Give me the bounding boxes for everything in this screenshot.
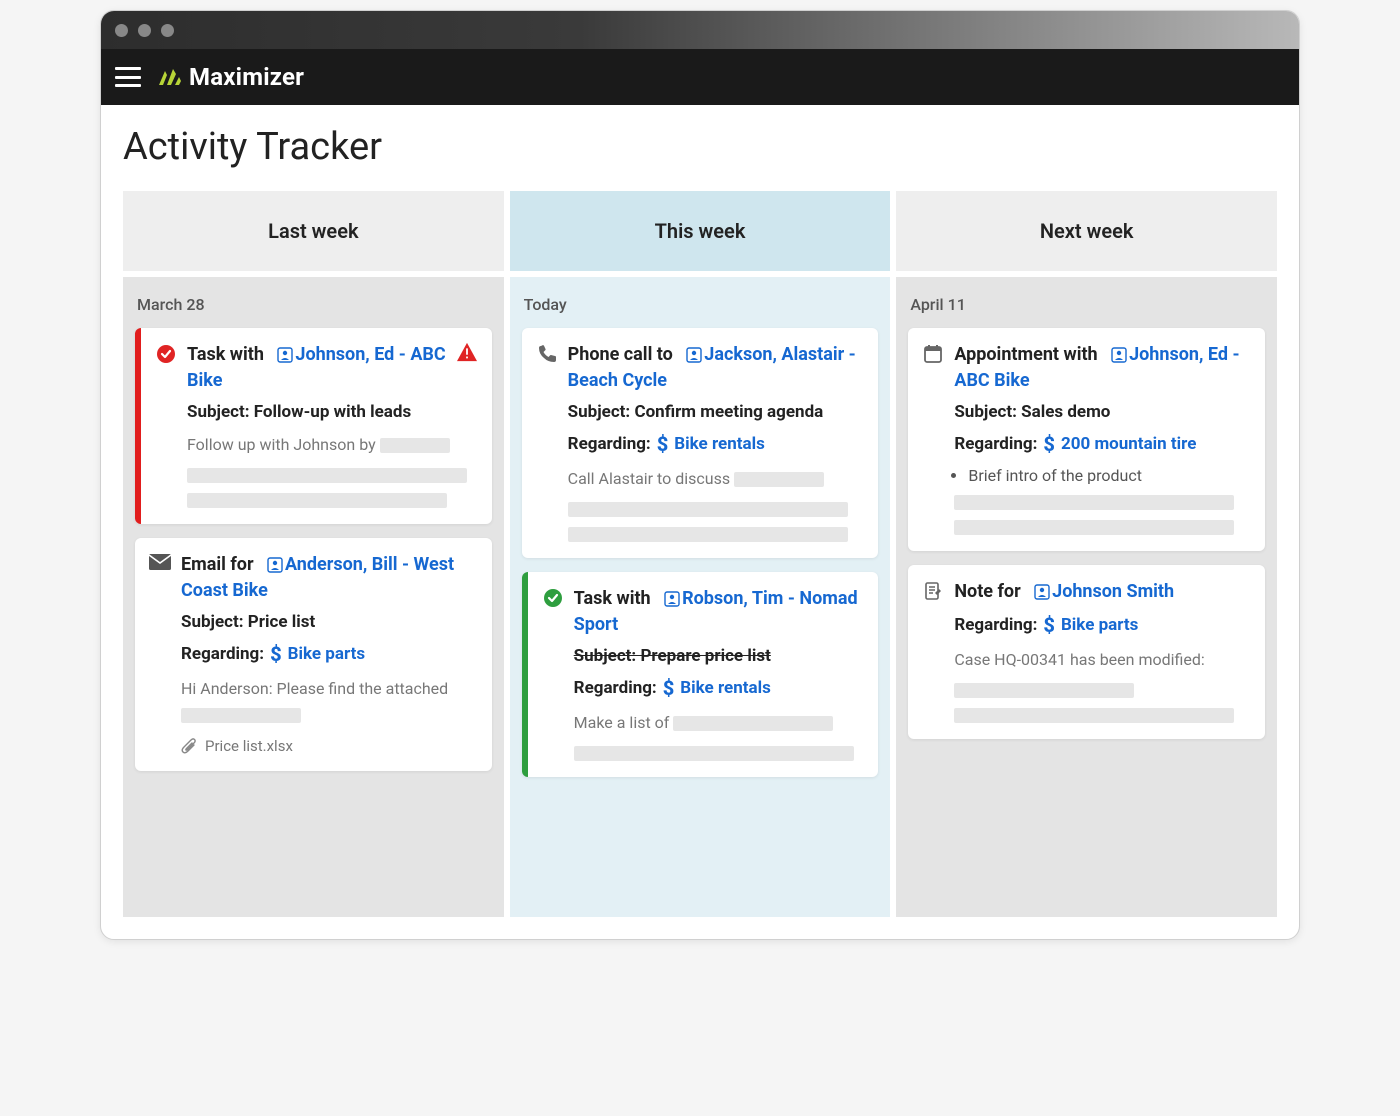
snippet: Hi Anderson: Please find the attached xyxy=(181,676,476,727)
column-header[interactable]: Last week xyxy=(123,191,504,271)
title-prefix: Appointment with xyxy=(954,344,1097,365)
page-title: Activity Tracker xyxy=(123,125,1277,169)
note-icon xyxy=(922,579,944,601)
regarding-link[interactable]: Bike parts xyxy=(1061,615,1138,635)
subject: Subject: Sales demo xyxy=(954,402,1249,422)
contact-icon xyxy=(664,591,680,607)
phone-icon xyxy=(536,342,558,364)
column-last-week: Last week March 28 xyxy=(123,191,504,917)
skeleton-line xyxy=(954,520,1234,535)
regarding-link[interactable]: Bike rentals xyxy=(680,678,771,698)
columns: Last week March 28 xyxy=(123,191,1277,917)
subject: Subject: Follow-up with leads xyxy=(187,402,476,422)
menu-icon[interactable] xyxy=(115,67,141,87)
subject: Subject: Prepare price list xyxy=(574,646,863,666)
card-title: Appointment with Johnson, Ed - ABC Bike xyxy=(954,342,1249,394)
regarding-link[interactable]: Bike parts xyxy=(288,644,365,664)
contact-link[interactable]: Johnson Smith xyxy=(1034,581,1174,602)
envelope-icon xyxy=(149,552,171,570)
skeleton-line xyxy=(954,683,1134,698)
brand-logo[interactable]: Maximizer xyxy=(157,63,304,91)
column-body: Today Phone call to Jackson, Alas xyxy=(510,277,891,917)
alert-icon xyxy=(456,342,478,362)
paperclip-icon xyxy=(181,738,197,754)
activity-card[interactable]: Phone call to Jackson, Alastair - Beach … xyxy=(522,328,879,558)
title-prefix: Email for xyxy=(181,554,254,575)
card-title: Phone call to Jackson, Alastair - Beach … xyxy=(568,342,863,394)
column-this-week: This week Today Phone call to xyxy=(510,191,891,917)
card-title: Task with Johnson, Ed - ABC Bike xyxy=(187,342,476,394)
contact-icon xyxy=(277,347,293,363)
regarding: Regarding: $ Bike parts xyxy=(181,642,476,666)
card-title: Task with Robson, Tim - Nomad Sport xyxy=(574,586,863,638)
activity-card[interactable]: Email for Anderson, Bill - West Coast Bi… xyxy=(135,538,492,771)
activity-card[interactable]: Appointment with Johnson, Ed - ABC Bike … xyxy=(908,328,1265,551)
snippet: Call Alastair to discuss xyxy=(568,466,863,492)
traffic-close-icon[interactable] xyxy=(115,24,128,37)
skeleton-line xyxy=(574,746,854,761)
dollar-icon: $ xyxy=(1043,613,1055,637)
titlebar xyxy=(101,11,1299,49)
column-date: April 11 xyxy=(910,295,1263,314)
skeleton-line xyxy=(568,527,848,542)
contact-icon xyxy=(686,347,702,363)
dollar-icon: $ xyxy=(1043,432,1055,456)
column-date: March 28 xyxy=(137,295,490,314)
check-circle-icon xyxy=(542,586,564,608)
content: Activity Tracker Last week March 28 xyxy=(101,105,1299,939)
subject: Subject: Price list xyxy=(181,612,476,632)
title-prefix: Task with xyxy=(187,344,264,365)
skeleton-line xyxy=(954,708,1234,723)
attachment-name: Price list.xlsx xyxy=(205,737,293,755)
title-prefix: Note for xyxy=(954,581,1020,602)
card-title: Email for Anderson, Bill - West Coast Bi… xyxy=(181,552,476,604)
subject: Subject: Confirm meeting agenda xyxy=(568,402,863,422)
activity-card[interactable]: Task with Johnson, Ed - ABC Bike Subject… xyxy=(135,328,492,524)
regarding: Regarding: $ Bike rentals xyxy=(568,432,863,456)
title-prefix: Task with xyxy=(574,588,651,609)
bullet: Brief intro of the product xyxy=(968,466,1249,485)
skeleton-line xyxy=(187,493,447,508)
column-body: March 28 Task w xyxy=(123,277,504,917)
skeleton-line xyxy=(954,495,1234,510)
skeleton-line xyxy=(568,502,848,517)
column-next-week: Next week April 11 Appointment with xyxy=(896,191,1277,917)
brand-name: Maximizer xyxy=(189,63,304,91)
traffic-max-icon[interactable] xyxy=(161,24,174,37)
traffic-min-icon[interactable] xyxy=(138,24,151,37)
regarding: Regarding: $ Bike parts xyxy=(954,613,1249,637)
calendar-icon xyxy=(922,342,944,364)
activity-card[interactable]: Task with Robson, Tim - Nomad Sport Subj… xyxy=(522,572,879,777)
column-header[interactable]: Next week xyxy=(896,191,1277,271)
snippet: Case HQ-00341 has been modified: xyxy=(954,647,1249,673)
column-body: April 11 Appointment with Johnson xyxy=(896,277,1277,917)
regarding: Regarding: $ 200 mountain tire xyxy=(954,432,1249,456)
contact-icon xyxy=(1111,347,1127,363)
column-date: Today xyxy=(524,295,877,314)
appbar: Maximizer xyxy=(101,49,1299,105)
logo-mark-icon xyxy=(157,67,181,87)
skeleton-line xyxy=(187,468,467,483)
snippet: Follow up with Johnson by xyxy=(187,432,476,458)
contact-icon xyxy=(267,557,283,573)
activity-card[interactable]: Note for Johnson Smith Regarding: $ xyxy=(908,565,1265,739)
snippet: Make a list of xyxy=(574,710,863,736)
column-header[interactable]: This week xyxy=(510,191,891,271)
attachment[interactable]: Price list.xlsx xyxy=(181,737,476,755)
regarding-link[interactable]: Bike rentals xyxy=(674,434,765,454)
check-circle-icon xyxy=(155,342,177,364)
title-prefix: Phone call to xyxy=(568,344,673,365)
contact-icon xyxy=(1034,584,1050,600)
dollar-icon: $ xyxy=(657,432,669,456)
card-title: Note for Johnson Smith xyxy=(954,579,1249,605)
dollar-icon: $ xyxy=(270,642,282,666)
regarding: Regarding: $ Bike rentals xyxy=(574,676,863,700)
app-window: Maximizer Activity Tracker Last week Mar… xyxy=(100,10,1300,940)
regarding-link[interactable]: 200 mountain tire xyxy=(1061,434,1196,454)
dollar-icon: $ xyxy=(663,676,675,700)
